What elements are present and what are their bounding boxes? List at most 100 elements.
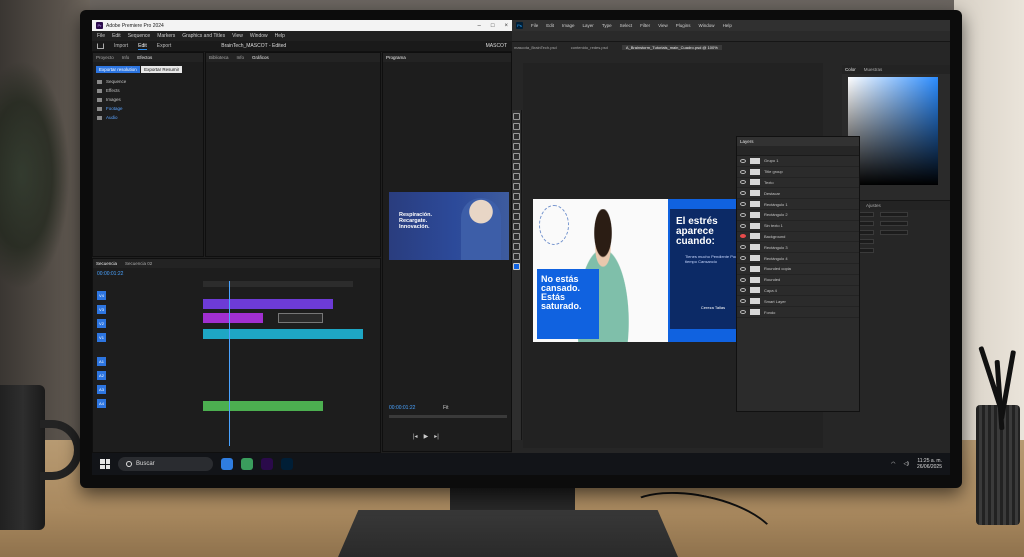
- visibility-eye-icon[interactable]: [740, 191, 746, 196]
- move-tool-icon[interactable]: [513, 113, 520, 120]
- doc-tab[interactable]: mascota_BrainTech.psd: [514, 45, 557, 50]
- taskbar-search[interactable]: Buscar: [118, 457, 213, 471]
- menu-item[interactable]: Layer: [583, 23, 594, 28]
- tab-program[interactable]: Programa: [386, 55, 406, 60]
- playhead[interactable]: [229, 281, 230, 446]
- visibility-eye-icon[interactable]: [740, 202, 746, 207]
- program-scrubber[interactable]: [389, 415, 507, 418]
- visibility-eye-icon[interactable]: [740, 158, 746, 163]
- menu-item[interactable]: Help: [275, 33, 285, 39]
- layer-row[interactable]: Rectángulo 4: [737, 253, 859, 264]
- export-button[interactable]: Exportar resolution: [96, 66, 140, 73]
- volume-icon[interactable]: ◁): [903, 461, 909, 467]
- layer-row[interactable]: Sin texto 1: [737, 221, 859, 232]
- bin-item[interactable]: Footage: [93, 104, 203, 113]
- step-forward-icon[interactable]: ▸|: [434, 433, 439, 440]
- props-field[interactable]: [880, 221, 908, 226]
- type-tool-icon[interactable]: [513, 223, 520, 230]
- video-clip[interactable]: [203, 313, 263, 323]
- visibility-eye-icon[interactable]: [740, 299, 746, 304]
- bin-item[interactable]: Effects: [93, 86, 203, 95]
- layer-row[interactable]: Fondo: [737, 307, 859, 318]
- tab-swatches[interactable]: Muestras: [864, 67, 883, 72]
- hand-tool-icon[interactable]: [513, 243, 520, 250]
- menu-item[interactable]: Graphics and Titles: [182, 33, 225, 39]
- lasso-tool-icon[interactable]: [513, 133, 520, 140]
- visibility-eye-icon[interactable]: [740, 266, 746, 271]
- clock[interactable]: 11:25 a. m. 26/06/2025: [917, 458, 942, 470]
- marquee-tool-icon[interactable]: [513, 123, 520, 130]
- menu-item[interactable]: Plugins: [676, 23, 691, 28]
- bin-item[interactable]: Sequence: [93, 77, 203, 86]
- visibility-eye-icon[interactable]: [740, 169, 746, 174]
- tab-sequence-2[interactable]: Secuencia 02: [125, 261, 152, 266]
- visibility-eye-icon[interactable]: [740, 288, 746, 293]
- stamp-tool-icon[interactable]: [513, 183, 520, 190]
- eyedropper-tool-icon[interactable]: [513, 153, 520, 160]
- gradient-tool-icon[interactable]: [513, 203, 520, 210]
- visibility-eye-icon[interactable]: [740, 212, 746, 217]
- tab-color[interactable]: Color: [845, 67, 856, 72]
- menu-item[interactable]: File: [97, 33, 105, 39]
- tab-export[interactable]: Export: [157, 43, 171, 49]
- brush-tool-icon[interactable]: [513, 173, 520, 180]
- home-icon[interactable]: [97, 43, 104, 49]
- bin-item[interactable]: Images: [93, 95, 203, 104]
- menu-item[interactable]: View: [658, 23, 668, 28]
- zoom-tool-icon[interactable]: [513, 253, 520, 260]
- menu-item[interactable]: Select: [620, 23, 633, 28]
- visibility-eye-icon[interactable]: [740, 180, 746, 185]
- menu-item[interactable]: Window: [699, 23, 715, 28]
- shape-tool-icon[interactable]: [513, 233, 520, 240]
- layer-row[interactable]: Rectángulo 1: [737, 199, 859, 210]
- tab-media-browser[interactable]: Biblioteca: [209, 55, 229, 60]
- step-back-icon[interactable]: |◂: [413, 433, 418, 440]
- maximize-icon[interactable]: □: [491, 23, 495, 29]
- zoom-select[interactable]: Fit: [443, 405, 449, 411]
- tab-edit[interactable]: Edit: [138, 43, 147, 50]
- play-icon[interactable]: ▶: [424, 433, 429, 440]
- video-clip[interactable]: [203, 329, 363, 339]
- close-icon[interactable]: ×: [504, 23, 508, 29]
- menu-item[interactable]: Edit: [546, 23, 554, 28]
- track-label[interactable]: A1: [97, 356, 106, 366]
- visibility-eye-icon[interactable]: [740, 245, 746, 250]
- poster-design[interactable]: No estás cansado. Estás saturado. El est…: [533, 199, 748, 342]
- menu-item[interactable]: Help: [723, 23, 732, 28]
- track-label[interactable]: V3: [97, 304, 106, 314]
- layer-row[interactable]: Title group: [737, 167, 859, 178]
- doc-tab[interactable]: contenido_redes.psd: [571, 45, 608, 50]
- tab-import[interactable]: Import: [114, 43, 128, 49]
- pen-tool-icon[interactable]: [513, 213, 520, 220]
- tab-project[interactable]: Proyecto: [96, 55, 114, 60]
- foreground-color-icon[interactable]: [513, 263, 520, 270]
- doc-tab-active[interactable]: A_Brainstorm_Tutorials_main_Cuadro.psd @…: [621, 44, 722, 50]
- layer-row[interactable]: Destacar: [737, 188, 859, 200]
- menu-item[interactable]: File: [531, 23, 538, 28]
- eraser-tool-icon[interactable]: [513, 193, 520, 200]
- time-ruler[interactable]: [203, 281, 353, 287]
- tab-essential[interactable]: Gráficos: [252, 55, 269, 60]
- menu-item[interactable]: Markers: [157, 33, 175, 39]
- menu-item[interactable]: View: [232, 33, 243, 39]
- bin-item[interactable]: Audio: [93, 113, 203, 122]
- tab-media[interactable]: Info: [122, 55, 130, 60]
- browser-icon[interactable]: [241, 458, 253, 470]
- menu-item[interactable]: Filter: [640, 23, 650, 28]
- visibility-eye-icon[interactable]: [740, 256, 746, 261]
- menu-item[interactable]: Sequence: [128, 33, 151, 39]
- premiere-taskbar-icon[interactable]: [261, 458, 273, 470]
- color-picker-field[interactable]: [848, 77, 938, 185]
- track-label[interactable]: V2: [97, 318, 106, 328]
- windows-start-icon[interactable]: [100, 459, 110, 469]
- layer-row[interactable]: Smart Layer: [737, 296, 859, 308]
- video-clip[interactable]: [278, 313, 323, 323]
- minimize-icon[interactable]: –: [478, 23, 481, 29]
- video-clip[interactable]: [203, 299, 333, 309]
- track-label[interactable]: A4: [97, 398, 106, 408]
- visibility-eye-icon[interactable]: [740, 234, 746, 239]
- healing-tool-icon[interactable]: [513, 163, 520, 170]
- visibility-eye-icon[interactable]: [740, 310, 746, 315]
- menu-item[interactable]: Image: [562, 23, 575, 28]
- menu-item[interactable]: Type: [602, 23, 612, 28]
